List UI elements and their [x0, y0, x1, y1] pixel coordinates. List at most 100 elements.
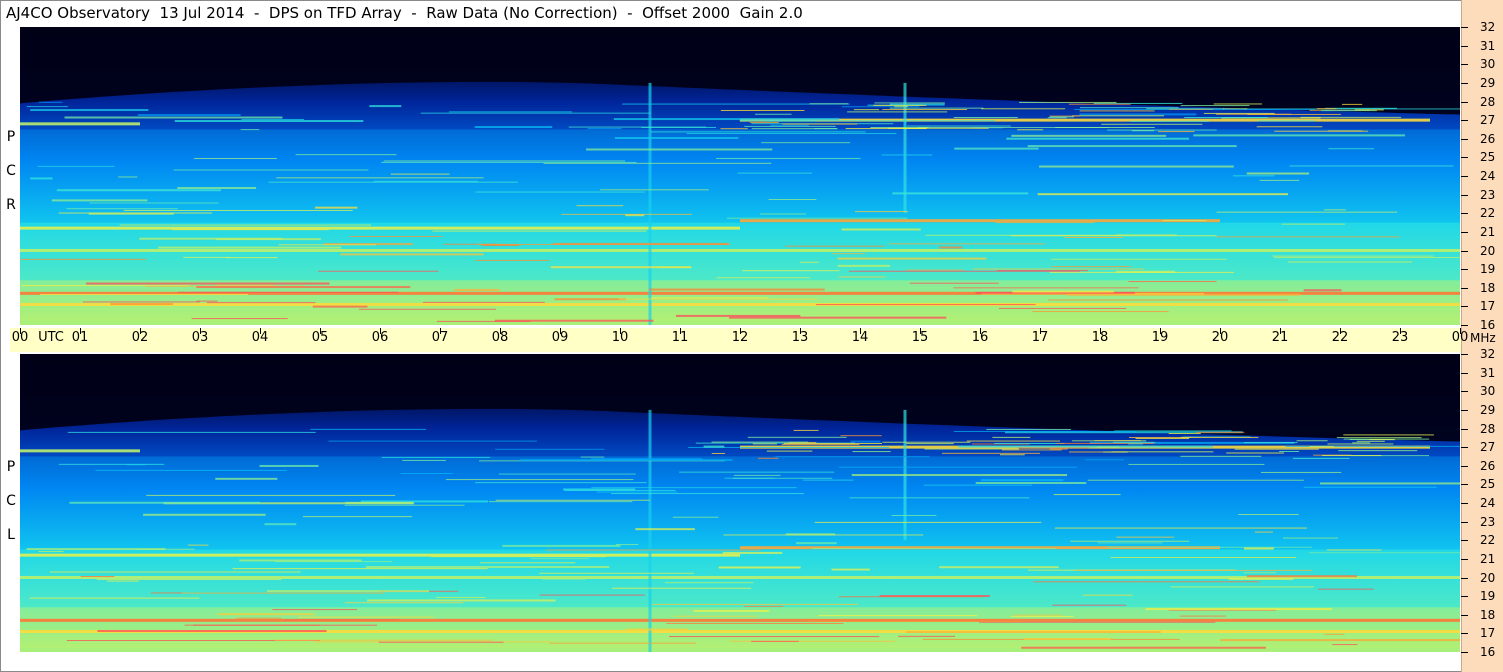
noise-streak	[1220, 639, 1460, 642]
noise-streak	[998, 307, 1127, 309]
noise-streak	[1039, 165, 1234, 168]
mhz-tick-label: 27	[1480, 440, 1496, 455]
noise-streak	[1279, 451, 1300, 453]
noise-streak	[580, 456, 605, 458]
noise-streak	[613, 118, 840, 121]
intensity-line	[20, 122, 140, 126]
mhz-tick-mark	[1461, 82, 1468, 84]
chart-title: AJ4CO Observatory 13 Jul 2014 - DPS on T…	[6, 4, 803, 22]
noise-streak	[720, 128, 748, 130]
mhz-tick-mark	[1461, 428, 1468, 430]
noise-streak	[888, 127, 989, 129]
noise-streak	[367, 599, 556, 602]
mhz-tick-label: 25	[1480, 150, 1496, 165]
noise-streak	[923, 484, 1033, 486]
noise-streak	[1131, 130, 1155, 132]
noise-streak	[310, 428, 427, 430]
mhz-tick-mark	[1461, 354, 1468, 355]
noise-streak	[502, 544, 621, 547]
pol-bottom-letter-3: P	[6, 459, 16, 475]
noise-streak	[1068, 103, 1131, 105]
noise-streak	[1226, 452, 1285, 454]
noise-streak	[388, 577, 509, 579]
noise-streak	[853, 109, 880, 111]
noise-streak	[1037, 193, 1289, 196]
noise-streak	[454, 288, 500, 291]
noise-streak	[1272, 255, 1434, 257]
noise-streak	[191, 318, 288, 320]
noise-streak	[768, 198, 817, 200]
noise-streak	[818, 615, 977, 617]
noise-streak	[436, 596, 486, 598]
noise-streak	[295, 154, 397, 156]
noise-streak	[1049, 448, 1068, 450]
noise-streak	[1079, 113, 1197, 116]
noise-streak	[1352, 442, 1371, 444]
noise-streak	[591, 487, 797, 489]
noise-streak	[58, 463, 165, 465]
noise-streak	[276, 177, 484, 179]
noise-streak	[150, 592, 183, 594]
noise-streak	[96, 579, 282, 581]
noise-streak	[432, 230, 647, 232]
utc-tick-mark	[1280, 328, 1281, 334]
noise-streak	[216, 238, 321, 241]
noise-streak	[137, 548, 195, 550]
noise-streak	[814, 128, 837, 130]
noise-streak	[1135, 437, 1190, 439]
noise-streak	[474, 126, 553, 129]
noise-streak	[1170, 586, 1314, 588]
noise-streak	[849, 497, 1030, 499]
noise-streak	[657, 266, 692, 268]
noise-streak	[1017, 129, 1044, 131]
mhz-tick-mark	[1461, 138, 1468, 140]
noise-streak	[814, 521, 1042, 523]
noise-streak	[1246, 575, 1357, 578]
noise-streak	[564, 489, 676, 491]
noise-streak	[1157, 131, 1195, 133]
mhz-tick-mark	[1461, 391, 1468, 393]
noise-streak	[381, 456, 491, 458]
noise-streak	[1303, 289, 1342, 292]
noise-streak	[718, 566, 801, 569]
noise-streak	[618, 298, 819, 300]
mhz-tick-label: 27	[1480, 113, 1496, 128]
noise-streak	[737, 172, 812, 174]
noise-streak	[1101, 123, 1203, 125]
noise-streak	[475, 482, 647, 484]
noise-streak	[365, 565, 610, 568]
mhz-tick-mark	[1461, 633, 1468, 635]
mhz-tick-mark	[1461, 577, 1468, 579]
noise-streak	[184, 624, 320, 626]
noise-streak	[782, 123, 858, 125]
noise-streak	[1033, 581, 1260, 583]
noise-streak	[1079, 110, 1155, 112]
noise-streak	[206, 302, 316, 304]
noise-streak	[973, 268, 1144, 270]
noise-streak	[30, 109, 149, 112]
mhz-tick-label: 31	[1480, 365, 1496, 380]
noise-streak	[1128, 463, 1265, 465]
noise-streak	[146, 494, 396, 496]
noise-streak	[775, 456, 930, 458]
noise-streak	[1216, 211, 1398, 213]
noise-streak	[742, 270, 840, 272]
polarization-label-top: P C R	[2, 120, 20, 222]
utc-tick-mark	[980, 328, 981, 334]
noise-streak	[235, 617, 282, 619]
noise-streak	[711, 452, 725, 454]
noise-streak	[56, 189, 221, 192]
noise-streak	[994, 442, 1065, 444]
noise-streak	[743, 605, 784, 607]
noise-streak	[1055, 126, 1155, 128]
noise-streak	[436, 320, 531, 322]
noise-streak	[650, 131, 866, 133]
noise-streak	[1234, 448, 1319, 450]
noise-streak	[561, 213, 692, 215]
noise-streak	[1130, 120, 1210, 122]
noise-streak	[475, 191, 645, 193]
mhz-tick-label: 32	[1480, 347, 1496, 361]
noise-streak	[549, 642, 697, 644]
noise-streak	[215, 477, 278, 480]
mhz-tick-label: 19	[1480, 262, 1496, 277]
